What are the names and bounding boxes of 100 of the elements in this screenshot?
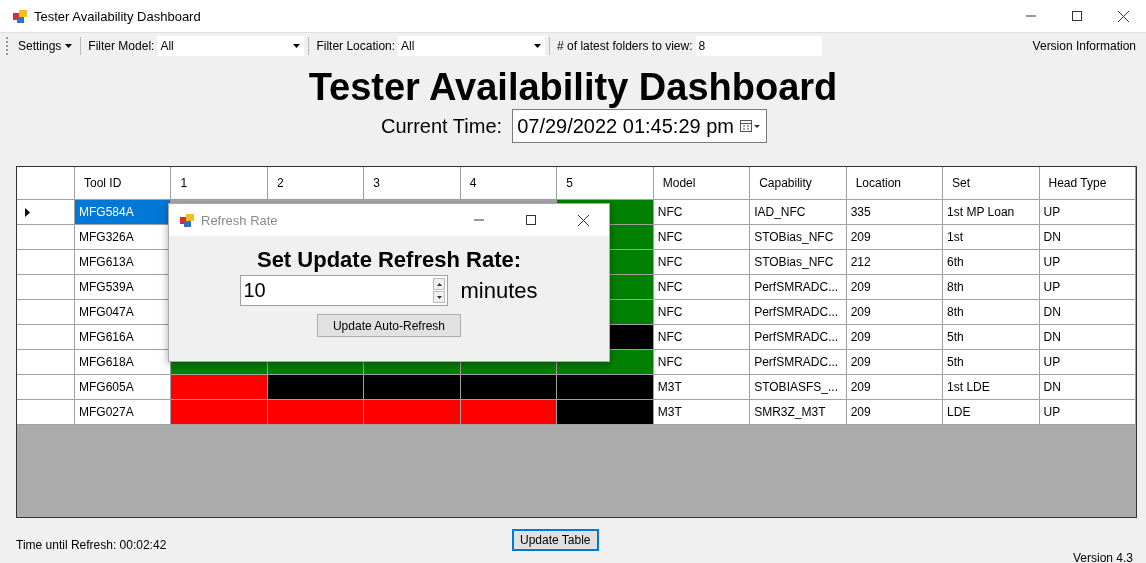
refresh-rate-field[interactable]: 10 <box>240 275 449 306</box>
table-cell[interactable]: MFG027A <box>75 400 172 425</box>
corner-header[interactable] <box>17 167 75 200</box>
column-header[interactable]: Tool ID <box>75 167 172 200</box>
row-header[interactable] <box>17 375 75 400</box>
table-cell: 209 <box>846 275 944 300</box>
table-cell: STOBias_NFC <box>750 250 847 275</box>
table-cell: 1st LDE <box>943 375 1040 400</box>
table-cell[interactable]: MFG605A <box>75 375 172 400</box>
table-cell: NFC <box>653 200 751 225</box>
table-cell: 1st MP Loan <box>943 200 1040 225</box>
settings-menu[interactable]: Settings <box>14 37 77 55</box>
row-header[interactable] <box>17 325 75 350</box>
version-information-menu[interactable]: Version Information <box>1028 37 1140 55</box>
dashboard-heading: Tester Availability Dashboard <box>308 66 838 108</box>
table-cell: 209 <box>846 375 944 400</box>
row-header[interactable] <box>17 350 75 375</box>
spin-down-button[interactable] <box>433 291 446 303</box>
maximize-icon <box>526 215 536 225</box>
table-cell: 6th <box>943 250 1040 275</box>
table-cell: STOBIASFS_... <box>750 375 847 400</box>
column-header[interactable]: Head Type <box>1039 167 1136 200</box>
table-cell: PerfSMRADC... <box>750 275 847 300</box>
column-header[interactable]: Set <box>943 167 1040 200</box>
calendar-icon <box>740 120 760 132</box>
filter-model-label: Filter Model: <box>87 39 156 53</box>
table-cell: UP <box>1039 275 1136 300</box>
table-cell: NFC <box>653 300 751 325</box>
spin-up-button[interactable] <box>433 278 446 290</box>
filter-location-label: Filter Location: <box>315 39 397 53</box>
column-header[interactable]: Capability <box>750 167 847 200</box>
row-header[interactable] <box>17 400 75 425</box>
table-cell: 5th <box>943 325 1040 350</box>
table-cell: 8th <box>943 275 1040 300</box>
folders-field[interactable]: 8 <box>695 36 822 56</box>
minutes-label: minutes <box>460 277 538 304</box>
table-cell: DN <box>1039 300 1136 325</box>
close-icon <box>1117 10 1129 22</box>
table-cell: 335 <box>846 200 944 225</box>
table-cell: NFC <box>653 325 751 350</box>
table-cell: PerfSMRADC... <box>750 300 847 325</box>
table-cell: M3T <box>653 400 751 425</box>
table-cell: IAD_NFC <box>750 200 847 225</box>
caret-icon <box>65 44 73 48</box>
table-cell: UP <box>1039 250 1136 275</box>
table-cell: PerfSMRADC... <box>750 325 847 350</box>
row-header[interactable] <box>17 225 75 250</box>
table-cell: LDE <box>943 400 1040 425</box>
column-header[interactable]: 4 <box>460 167 558 200</box>
filter-model-dropdown[interactable]: All <box>157 36 305 56</box>
date-time-picker[interactable]: 07/29/2022 01:45:29 pm <box>512 109 767 143</box>
table-cell: STOBias_NFC <box>750 225 847 250</box>
table-cell: NFC <box>653 275 751 300</box>
table-cell: 8th <box>943 300 1040 325</box>
table-cell: UP <box>1039 400 1136 425</box>
column-header[interactable]: 3 <box>364 167 461 200</box>
down-arrow-icon <box>436 295 442 299</box>
table-cell: PerfSMRADC... <box>750 350 847 375</box>
column-header[interactable]: 5 <box>557 167 654 200</box>
column-header[interactable]: Location <box>846 167 944 200</box>
row-header[interactable] <box>17 250 75 275</box>
minimize-icon <box>474 219 484 221</box>
refresh-countdown: Time until Refresh: 00:02:42 <box>16 538 167 552</box>
table-cell: NFC <box>653 250 751 275</box>
current-time-label: Current Time: <box>381 114 503 138</box>
up-arrow-icon <box>436 282 442 286</box>
app-icon <box>179 212 195 228</box>
table-cell: 209 <box>846 350 944 375</box>
table-cell[interactable]: MFG584A <box>75 200 172 225</box>
row-header[interactable] <box>17 200 75 225</box>
table-cell: DN <box>1039 225 1136 250</box>
column-header[interactable]: 1 <box>171 167 268 200</box>
dialog-title: Refresh Rate <box>201 212 278 228</box>
table-cell[interactable]: MFG618A <box>75 350 172 375</box>
table-cell: 209 <box>846 225 944 250</box>
maximize-icon <box>1072 11 1082 21</box>
table-cell: UP <box>1039 200 1136 225</box>
window-title: Tester Availability Dashboard <box>34 8 201 24</box>
table-cell: 212 <box>846 250 944 275</box>
row-header[interactable] <box>17 300 75 325</box>
table-cell: DN <box>1039 375 1136 400</box>
filter-location-dropdown[interactable]: All <box>398 36 546 56</box>
column-header[interactable]: Model <box>653 167 751 200</box>
app-icon <box>12 8 28 24</box>
version-label: Version 4.3 <box>1072 551 1133 563</box>
close-icon <box>577 214 589 226</box>
table-cell: SMR3Z_M3T <box>750 400 847 425</box>
table-cell: 209 <box>846 400 944 425</box>
table-cell: 1st <box>943 225 1040 250</box>
table-cell: 209 <box>846 325 944 350</box>
update-auto-refresh-button[interactable]: Update Auto-Refresh <box>317 314 461 337</box>
update-table-button[interactable]: Update Table <box>512 529 599 551</box>
table-cell: M3T <box>653 375 751 400</box>
table-cell: NFC <box>653 225 751 250</box>
table-cell: 209 <box>846 300 944 325</box>
column-header[interactable]: 2 <box>267 167 365 200</box>
caret-icon <box>534 44 542 48</box>
row-header[interactable] <box>17 275 75 300</box>
table-cell: 5th <box>943 350 1040 375</box>
table-cell: NFC <box>653 350 751 375</box>
